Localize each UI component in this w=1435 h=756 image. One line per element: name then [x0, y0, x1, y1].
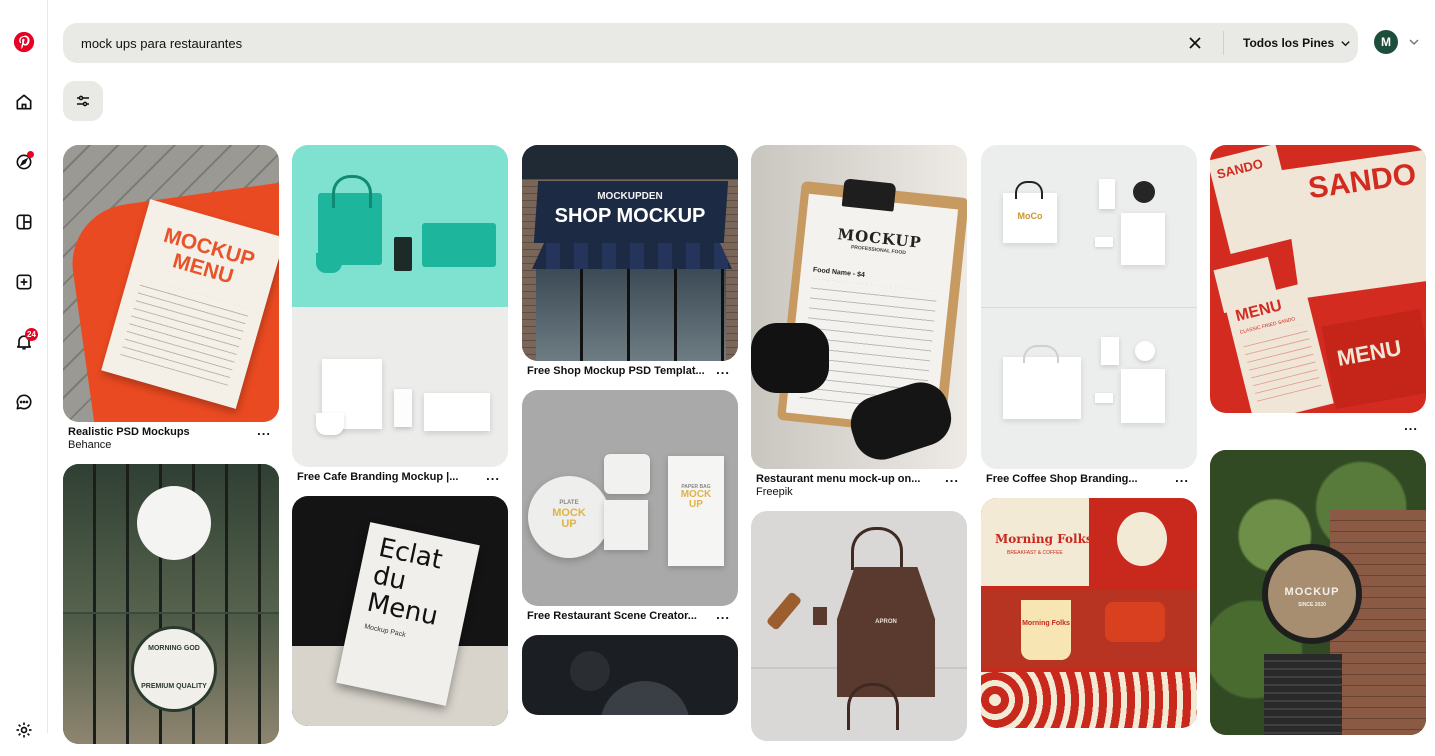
art-text: SINCE 2020: [1298, 602, 1326, 608]
pin-meta: Free Restaurant Scene Creator... ...: [522, 606, 738, 623]
home-icon[interactable]: [6, 84, 42, 120]
pin-card: [522, 635, 738, 715]
pin-card: Free Cafe Branding Mockup |... ...: [292, 145, 508, 484]
pin-title[interactable]: Free Cafe Branding Mockup |...: [297, 470, 477, 484]
account-menu-chevron-icon[interactable]: [1408, 36, 1420, 48]
pin-source[interactable]: Behance: [68, 439, 275, 452]
pin-column-3: MOCKUPDEN SHOP MOCKUP Free Shop Mockup P…: [522, 145, 738, 727]
account-avatar[interactable]: M: [1374, 30, 1398, 54]
pin-title[interactable]: Free Coffee Shop Branding...: [986, 472, 1166, 486]
art-text: MOCK UP: [680, 489, 712, 510]
pin-more-options-icon[interactable]: ...: [716, 608, 730, 622]
pin-image[interactable]: [292, 145, 508, 467]
art-text: SHOP MOCKUP: [554, 205, 706, 227]
art-text: BREAKFAST & COFFEE: [1007, 550, 1063, 556]
pin-column-2: Free Cafe Branding Mockup |... ... Eclat…: [292, 145, 508, 738]
pin-image[interactable]: APRON: [751, 511, 967, 741]
search-scope-label: Todos los Pines: [1243, 36, 1335, 50]
art-text: SANDO: [1306, 157, 1419, 206]
pin-more-options-icon[interactable]: ...: [1175, 471, 1189, 485]
pin-meta: Free Coffee Shop Branding... ...: [981, 469, 1197, 486]
create-plus-icon[interactable]: [6, 264, 42, 300]
art-text: PREMIUM QUALITY: [141, 683, 207, 690]
clear-search-icon[interactable]: [1183, 31, 1207, 55]
pin-image[interactable]: MOCKUP PROFESSIONAL FOOD Food Name - $4: [751, 145, 967, 469]
messages-chat-icon[interactable]: [6, 384, 42, 420]
pin-card: MOCKUP MENU Realistic PSD Mockups Behanc…: [63, 145, 279, 452]
art-text: MORNING GOD: [148, 645, 200, 652]
notifications-count-badge: 24: [25, 328, 38, 341]
pin-column-5: MoCo Free Coffee Shop Branding... ... Mo…: [981, 145, 1197, 740]
pin-meta: Restaurant menu mock-up on... Freepik ..…: [751, 469, 967, 499]
pin-card: SANDO SANDO MENU CLASSIC FRIED SANDO MEN…: [1210, 145, 1426, 438]
pin-image[interactable]: MOCKUP MENU: [63, 145, 279, 422]
pin-card: MoCo Free Coffee Shop Branding... ...: [981, 145, 1197, 486]
search-scope-dropdown[interactable]: Todos los Pines: [1243, 23, 1351, 63]
pin-card: MOCKUP SINCE 2020: [1210, 450, 1426, 735]
pin-card: APRON: [751, 511, 967, 741]
pin-meta: Realistic PSD Mockups Behance ...: [63, 422, 279, 452]
pin-image[interactable]: MORNING GOD PREMIUM QUALITY: [63, 464, 279, 744]
art-text: MOCKUP: [1284, 586, 1340, 598]
pin-column-1: MOCKUP MENU Realistic PSD Mockups Behanc…: [63, 145, 279, 756]
pin-card: Eclat du Menu Mockup Pack: [292, 496, 508, 726]
pin-image[interactable]: MoCo: [981, 145, 1197, 469]
chevron-down-icon: [1341, 40, 1350, 46]
pin-column-4: MOCKUP PROFESSIONAL FOOD Food Name - $4 …: [751, 145, 967, 753]
art-text: SANDO: [1215, 155, 1265, 182]
pin-more-options-icon[interactable]: ...: [1404, 419, 1418, 433]
notifications-bell-icon[interactable]: 24: [6, 324, 42, 360]
pin-image[interactable]: Morning Folks BREAKFAST & COFFEE Morning…: [981, 498, 1197, 728]
art-text: Morning Folks: [1022, 620, 1070, 627]
pin-more-options-icon[interactable]: ...: [716, 363, 730, 377]
art-text: MOCKUPDEN: [597, 191, 663, 202]
search-input[interactable]: [81, 23, 1161, 63]
pin-more-options-icon[interactable]: ...: [257, 424, 271, 438]
pin-source[interactable]: Freepik: [756, 486, 963, 499]
art-text: APRON: [875, 619, 897, 625]
search-divider: [1223, 31, 1224, 55]
pin-card: PLATE MOCK UP PAPER BAG MOCK UP Free Res…: [522, 390, 738, 623]
pin-image[interactable]: MOCKUPDEN SHOP MOCKUP: [522, 145, 738, 361]
pin-card: Morning Folks BREAKFAST & COFFEE Morning…: [981, 498, 1197, 728]
pin-title[interactable]: Realistic PSD Mockups: [68, 425, 248, 439]
art-text: MoCo: [1017, 211, 1043, 221]
pin-title[interactable]: Free Shop Mockup PSD Templat...: [527, 364, 707, 378]
pin-meta: ...: [1210, 413, 1426, 438]
pin-more-options-icon[interactable]: ...: [486, 469, 500, 483]
pin-title[interactable]: Restaurant menu mock-up on...: [756, 472, 936, 486]
pin-card: MOCKUP PROFESSIONAL FOOD Food Name - $4 …: [751, 145, 967, 499]
art-text: MENU: [1335, 335, 1404, 371]
filter-sliders-icon: [77, 95, 89, 107]
pinterest-logo-icon[interactable]: [6, 24, 42, 60]
art-text: PLATE: [559, 500, 579, 506]
pin-image[interactable]: SANDO SANDO MENU CLASSIC FRIED SANDO MEN…: [1210, 145, 1426, 413]
filters-button[interactable]: [63, 81, 103, 121]
boards-grid-icon[interactable]: [6, 204, 42, 240]
search-bar: Todos los Pines: [63, 23, 1358, 63]
pin-card: MOCKUPDEN SHOP MOCKUP Free Shop Mockup P…: [522, 145, 738, 378]
art-text: Food Name - $4: [812, 266, 866, 280]
pin-more-options-icon[interactable]: ...: [945, 471, 959, 485]
pin-image[interactable]: MOCKUP SINCE 2020: [1210, 450, 1426, 735]
art-text: Morning Folks: [995, 532, 1093, 546]
left-sidebar: 24: [0, 0, 48, 738]
pin-image[interactable]: Eclat du Menu Mockup Pack: [292, 496, 508, 726]
art-text: Mockup Pack: [363, 623, 407, 639]
art-text: MOCK UP: [552, 507, 586, 530]
pin-title[interactable]: Free Restaurant Scene Creator...: [527, 609, 707, 623]
pin-meta: Free Shop Mockup PSD Templat... ...: [522, 361, 738, 378]
explore-compass-icon[interactable]: [6, 144, 42, 180]
pin-image[interactable]: [522, 635, 738, 715]
pin-column-6: SANDO SANDO MENU CLASSIC FRIED SANDO MEN…: [1210, 145, 1426, 747]
pin-meta: Free Cafe Branding Mockup |... ...: [292, 467, 508, 484]
explore-new-dot: [27, 151, 34, 158]
settings-gear-icon[interactable]: [6, 712, 42, 748]
pin-card: MORNING GOD PREMIUM QUALITY: [63, 464, 279, 744]
pin-image[interactable]: PLATE MOCK UP PAPER BAG MOCK UP: [522, 390, 738, 606]
